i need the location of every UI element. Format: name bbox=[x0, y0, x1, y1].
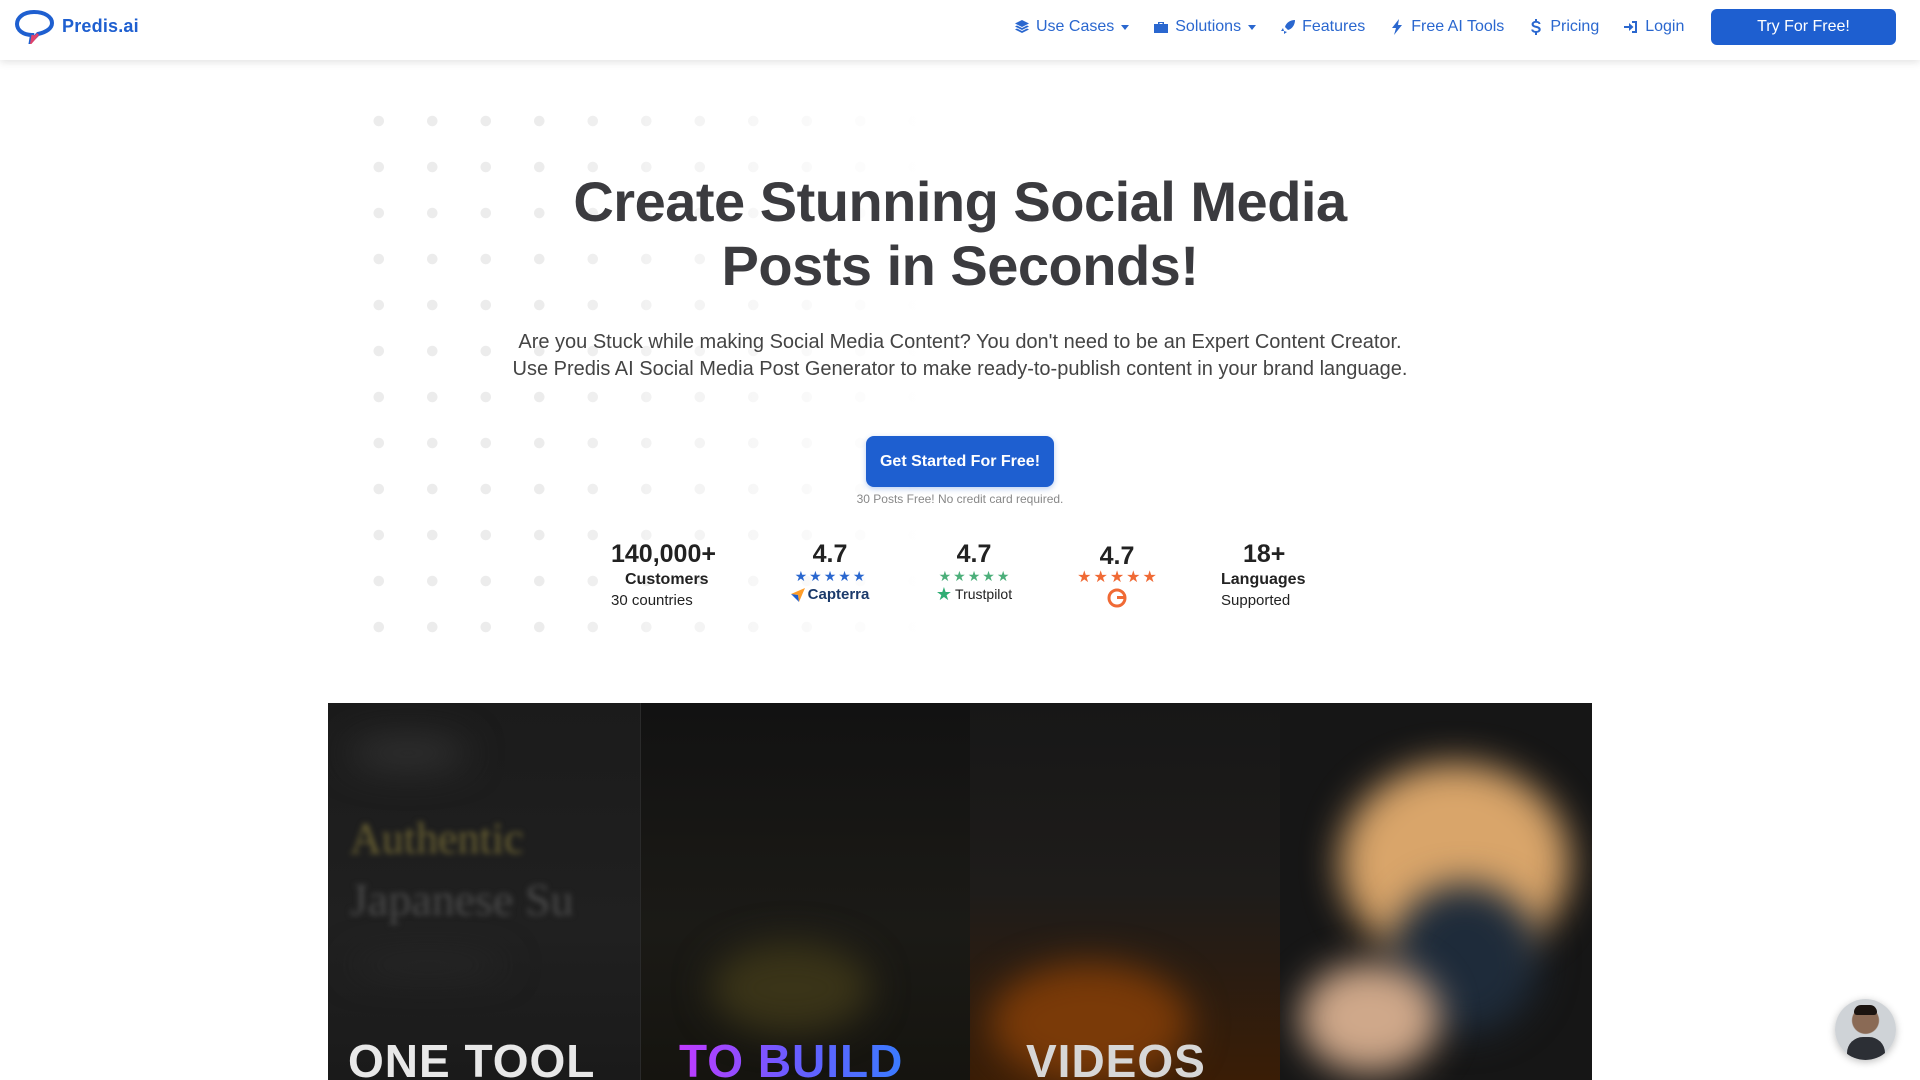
star-icon: ★ bbox=[809, 568, 822, 584]
predis-logo-icon bbox=[14, 9, 55, 44]
trustpilot-brand: Trustpilot bbox=[955, 586, 1013, 602]
stat-languages: 18+ Languages Supported bbox=[1221, 540, 1305, 609]
try-for-free-button[interactable]: Try For Free! bbox=[1711, 9, 1896, 45]
video-panel-3: VIDEOS bbox=[970, 703, 1280, 1080]
bolt-icon bbox=[1392, 19, 1403, 35]
hero-subtitle-line2: Use Predis AI Social Media Post Generato… bbox=[512, 358, 1408, 380]
capterra-stars: ★ ★ ★ ★ ★ bbox=[790, 569, 870, 583]
hero-title-line1: Create Stunning Social Media bbox=[573, 170, 1347, 233]
trustpilot-logo: ★ Trustpilot bbox=[932, 584, 1016, 604]
avatar-hair bbox=[1854, 1005, 1877, 1015]
star-icon: ★ bbox=[953, 568, 966, 584]
blur-caption bbox=[348, 958, 508, 972]
hero-subtitle-line1: Are you Stuck while making Social Media … bbox=[518, 331, 1402, 353]
nav-free-ai-tools-label: Free AI Tools bbox=[1411, 18, 1505, 35]
capterra-logo: Capterra bbox=[790, 586, 870, 603]
star-icon: ★ bbox=[1077, 569, 1092, 586]
layers-icon bbox=[1015, 20, 1029, 33]
star-icon: ★ bbox=[996, 568, 1010, 584]
star-icon: ★ bbox=[967, 568, 981, 584]
languages-sub: Supported bbox=[1221, 592, 1291, 609]
video-panel-2: TO BUILD bbox=[640, 703, 970, 1080]
logo[interactable]: Predis.ai bbox=[14, 8, 139, 44]
star-icon: ★ bbox=[982, 568, 995, 584]
chevron-down-icon bbox=[1121, 24, 1130, 30]
star-icon: ★ bbox=[823, 568, 837, 584]
blur-hand bbox=[1300, 963, 1440, 1073]
cta-note: 30 Posts Free! No credit card required. bbox=[856, 492, 1064, 506]
blur-title-1: Authentic bbox=[350, 814, 524, 863]
stat-capterra[interactable]: 4.7 ★ ★ ★ ★ ★ Capterra bbox=[790, 540, 870, 603]
video-panel-1: Authentic Japanese Su ONE TOOL bbox=[328, 703, 640, 1080]
blur-shape bbox=[711, 943, 871, 1033]
star-icon: ★ bbox=[938, 568, 952, 584]
g2-logo-icon bbox=[1107, 588, 1127, 608]
star-icon: ★ bbox=[1109, 569, 1125, 586]
nav-features[interactable]: Features bbox=[1280, 18, 1365, 36]
nav-links: Use Cases Solutions Features Free AI Too… bbox=[1014, 15, 1684, 39]
star-icon: ★ bbox=[794, 568, 808, 584]
hero-video[interactable]: Authentic Japanese Su ONE TOOL TO BUILD … bbox=[328, 703, 1592, 1080]
video-word-1: ONE TOOL bbox=[348, 1035, 596, 1080]
nav-use-cases[interactable]: Use Cases bbox=[1014, 18, 1130, 36]
nav-free-ai-tools[interactable]: Free AI Tools bbox=[1389, 18, 1504, 36]
hero-title: Create Stunning Social Media Posts in Se… bbox=[360, 170, 1560, 298]
customers-count: 140,000+ bbox=[611, 540, 716, 568]
capterra-arrow-icon bbox=[790, 587, 805, 602]
video-panel-4 bbox=[1280, 703, 1592, 1080]
stat-g2[interactable]: 4.7 ★ ★ ★ ★ ★ bbox=[1075, 542, 1159, 608]
hero-subtitle: Are you Stuck while making Social Media … bbox=[360, 329, 1560, 383]
customers-label: Customers bbox=[625, 571, 709, 588]
hero-title-line2: Posts in Seconds! bbox=[721, 234, 1199, 297]
blur-title-2: Japanese Su bbox=[350, 874, 574, 925]
video-word-3: VIDEOS bbox=[1026, 1035, 1206, 1080]
chevron-down-icon bbox=[1248, 24, 1257, 30]
star-icon: ★ bbox=[1142, 569, 1157, 586]
capterra-brand: Capterra bbox=[807, 586, 870, 603]
nav-features-label: Features bbox=[1302, 18, 1366, 35]
top-navbar: Predis.ai Use Cases Solutions Features F… bbox=[0, 0, 1920, 60]
nav-login-label: Login bbox=[1645, 18, 1685, 35]
chat-avatar[interactable] bbox=[1835, 999, 1896, 1060]
trustpilot-rating: 4.7 bbox=[956, 540, 992, 568]
star-icon: ★ bbox=[838, 568, 851, 584]
trustpilot-stars: ★ ★ ★ ★ ★ bbox=[932, 569, 1016, 583]
nav-pricing[interactable]: Pricing bbox=[1528, 18, 1599, 36]
languages-label: Languages bbox=[1221, 571, 1306, 588]
nav-solutions-label: Solutions bbox=[1175, 18, 1242, 35]
nav-use-cases-label: Use Cases bbox=[1036, 18, 1115, 35]
briefcase-icon bbox=[1154, 22, 1169, 33]
video-word-2: TO BUILD bbox=[679, 1034, 903, 1080]
customers-sub: 30 countries bbox=[611, 592, 693, 609]
avatar-body bbox=[1847, 1037, 1885, 1060]
trustpilot-star-icon: ★ bbox=[935, 584, 953, 604]
nav-solutions[interactable]: Solutions bbox=[1153, 18, 1257, 36]
logo-text: Predis.ai bbox=[62, 15, 139, 36]
languages-count: 18+ bbox=[1243, 540, 1286, 568]
dollar-icon bbox=[1531, 19, 1542, 35]
stat-trustpilot[interactable]: 4.7 ★ ★ ★ ★ ★ ★ Trustpilot bbox=[932, 540, 1016, 604]
nav-login[interactable]: Login bbox=[1623, 18, 1684, 36]
rocket-icon bbox=[1281, 20, 1296, 34]
g2-rating: 4.7 bbox=[1099, 542, 1135, 570]
star-icon: ★ bbox=[852, 568, 866, 584]
blur-logo bbox=[348, 738, 468, 768]
stat-customers: 140,000+ Customers 30 countries bbox=[611, 540, 716, 609]
capterra-rating: 4.7 bbox=[812, 540, 848, 568]
star-icon: ★ bbox=[1126, 569, 1141, 586]
get-started-button[interactable]: Get Started For Free! bbox=[866, 436, 1054, 487]
g2-logo bbox=[1075, 588, 1159, 608]
star-icon: ★ bbox=[1093, 569, 1108, 586]
sign-in-icon bbox=[1624, 21, 1638, 33]
g2-stars: ★ ★ ★ ★ ★ bbox=[1075, 569, 1159, 586]
nav-pricing-label: Pricing bbox=[1550, 18, 1600, 35]
